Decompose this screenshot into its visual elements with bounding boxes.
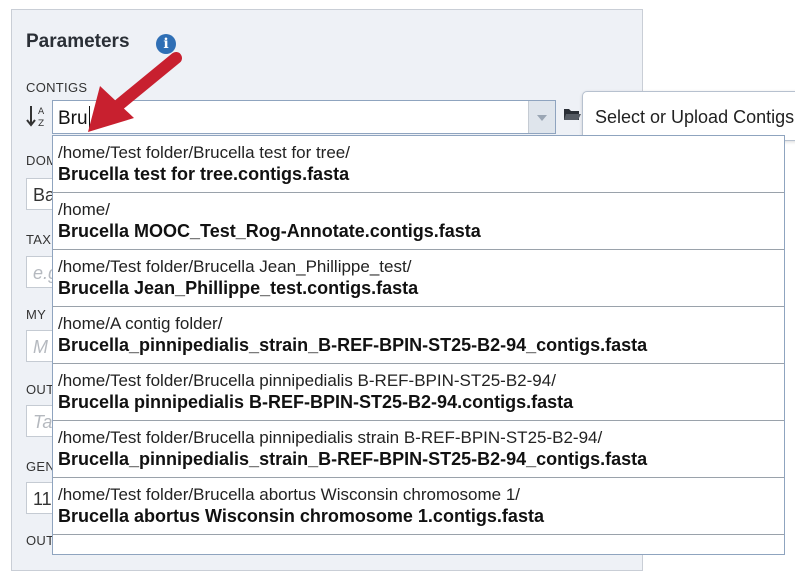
output-label: OUT (26, 382, 55, 397)
item-path: /home/Test folder/Brucella Jean_Phillipp… (58, 257, 412, 276)
genetic-code-label: GEN (26, 459, 56, 474)
svg-text:Z: Z (38, 119, 44, 128)
item-path: /home/Test folder/Brucella abortus Wisco… (58, 485, 521, 504)
dropdown-item[interactable]: /home/Test folder/Brucella Jean_Phillipp… (53, 250, 784, 307)
contigs-input-value: Bru (58, 108, 88, 129)
item-filename: Brucella abortus Wisconsin chromosome 1.… (58, 506, 544, 526)
dropdown-toggle-button[interactable] (528, 101, 555, 133)
dropdown-item[interactable]: /home/ Brucella MOOC_Test_Rog-Annotate.c… (53, 193, 784, 250)
bottom-label: OUT (26, 533, 55, 548)
item-filename: Brucella MOOC_Test_Rog-Annotate.contigs.… (58, 221, 481, 241)
svg-text:A: A (38, 107, 45, 117)
item-path: /home/Test folder/Brucella pinnipedialis… (58, 371, 556, 390)
item-filename: Brucella_pinnipedialis_strain_B-REF-BPIN… (58, 449, 648, 469)
contigs-dropdown: /home/Test folder/Brucella test for tree… (52, 135, 785, 555)
contigs-label: CONTIGS (26, 80, 88, 95)
item-filename: Brucella_pinnipedialis_strain_B-REF-BPIN… (58, 335, 648, 355)
dropdown-item[interactable]: /home/Test folder/Brucella pinnipedialis… (53, 364, 784, 421)
item-path: /home/A contig folder/ (58, 314, 223, 333)
dropdown-item[interactable]: /home/Test folder/Brucella test for tree… (53, 136, 784, 193)
select-upload-tooltip: Select or Upload Contigs (582, 91, 795, 141)
dropdown-item[interactable]: /home/A contig folder/ Brucella_pinniped… (53, 307, 784, 364)
dropdown-item[interactable]: /home/Test folder/Brucella abortus Wisco… (53, 478, 784, 535)
contigs-search-input[interactable]: Bru (52, 100, 556, 134)
item-path: /home/Test folder/Brucella pinnipedialis… (58, 428, 603, 447)
text-caret (88, 106, 90, 128)
info-icon[interactable]: i (156, 34, 176, 54)
panel-title: Parameters (26, 31, 130, 52)
item-filename: Brucella Jean_Phillippe_test.contigs.fas… (58, 278, 419, 298)
item-filename: Brucella test for tree.contigs.fasta (58, 164, 350, 184)
item-path: /home/Test folder/Brucella test for tree… (58, 143, 350, 162)
taxonomy-label: TAX (26, 232, 52, 247)
item-path: /home/ (58, 200, 110, 219)
sort-alpha-icon[interactable]: A Z (26, 104, 48, 128)
my-label: MY (26, 307, 47, 322)
dropdown-item[interactable]: /home/Test folder/Brucella pinnipedialis… (53, 421, 784, 478)
folder-open-icon[interactable] (563, 106, 581, 122)
item-filename: Brucella pinnipedialis B-REF-BPIN-ST25-B… (58, 392, 574, 412)
